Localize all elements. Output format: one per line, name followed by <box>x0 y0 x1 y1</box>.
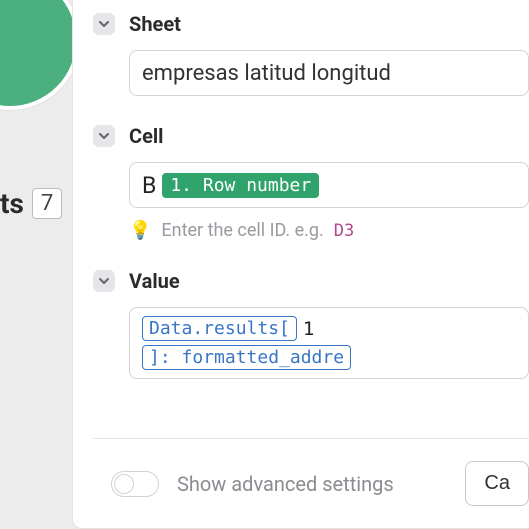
background-content-fragment: ts 7 <box>0 187 62 220</box>
expression-token-formatted-address[interactable]: ]: formatted_addre <box>142 345 351 370</box>
expression-index: 1 <box>301 318 316 340</box>
required-indicator[interactable] <box>93 125 115 147</box>
field-value: Value Data.results[ 1 ]: formatted_addre <box>93 269 529 379</box>
field-header: Cell <box>93 124 529 148</box>
panel-footer: Show advanced settings Ca <box>93 438 529 528</box>
field-header: Sheet <box>93 12 529 36</box>
advanced-settings-toggle[interactable] <box>111 471 159 497</box>
workflow-node-circle <box>0 0 80 110</box>
field-cell: Cell B 1. Row number 💡 Enter the cell ID… <box>93 124 529 241</box>
chevron-down-icon <box>98 275 110 287</box>
sheet-input[interactable]: empresas latitud longitud <box>129 50 529 96</box>
hint-example: D3 <box>334 221 354 241</box>
expression-token-data-results[interactable]: Data.results[ <box>142 316 297 341</box>
toggle-knob <box>114 474 134 494</box>
lightbulb-icon: 💡 <box>129 220 151 241</box>
required-indicator[interactable] <box>93 13 115 35</box>
cell-input[interactable]: B 1. Row number <box>129 162 529 208</box>
field-sheet: Sheet empresas latitud longitud <box>93 12 529 96</box>
hint-text: Enter the cell ID. e.g. <box>161 220 323 241</box>
cell-hint: 💡 Enter the cell ID. e.g. D3 <box>129 220 529 241</box>
fragment-box: 7 <box>32 188 62 219</box>
cell-prefix-text: B <box>142 172 156 199</box>
field-label-value: Value <box>129 269 180 293</box>
value-input[interactable]: Data.results[ 1 ]: formatted_addre <box>129 307 529 379</box>
config-panel: Sheet empresas latitud longitud Cell B 1… <box>72 0 529 529</box>
fragment-text: ts <box>0 187 24 220</box>
required-indicator[interactable] <box>93 270 115 292</box>
field-header: Value <box>93 269 529 293</box>
sheet-value: empresas latitud longitud <box>142 61 391 86</box>
chevron-down-icon <box>98 130 110 142</box>
advanced-settings-label: Show advanced settings <box>177 472 447 496</box>
chevron-down-icon <box>98 18 110 30</box>
field-label-sheet: Sheet <box>129 12 181 36</box>
cancel-button[interactable]: Ca <box>465 461 529 506</box>
field-label-cell: Cell <box>129 124 163 148</box>
variable-pill-row-number[interactable]: 1. Row number <box>162 173 319 198</box>
